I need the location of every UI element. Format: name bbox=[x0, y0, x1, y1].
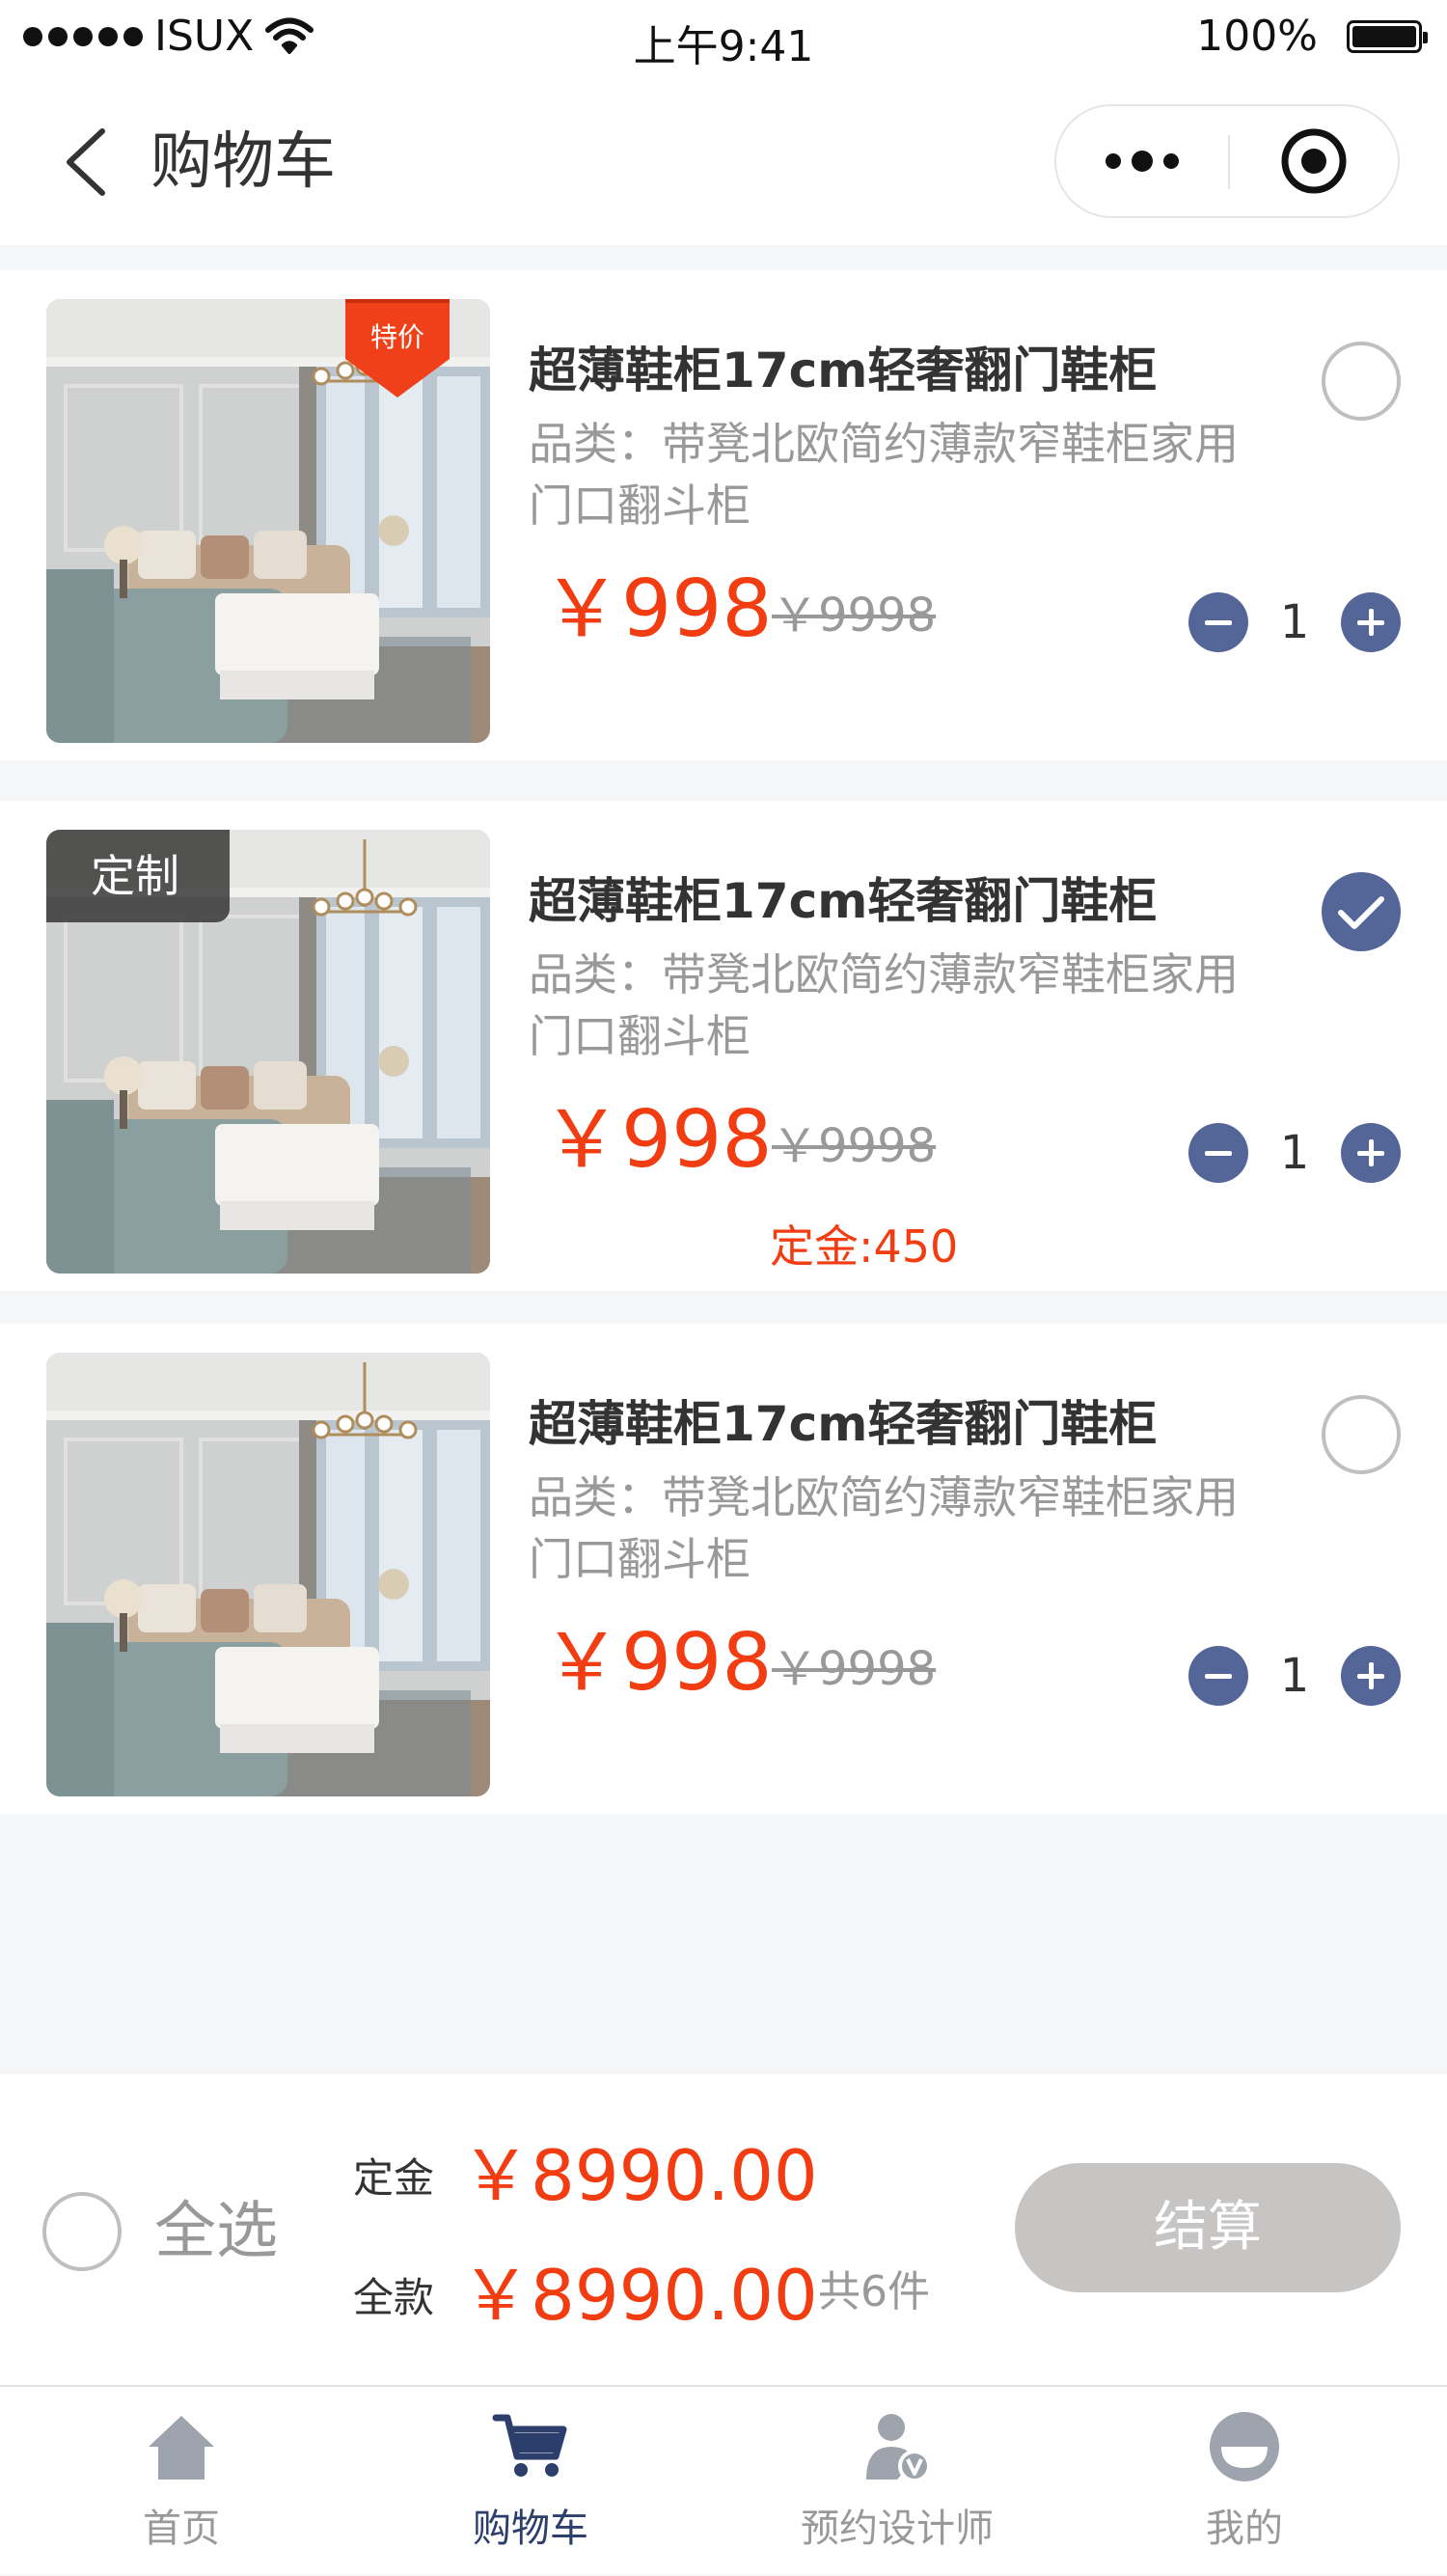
price: ￥998 bbox=[542, 563, 773, 655]
designer-icon bbox=[866, 2414, 931, 2482]
more-dots-icon bbox=[1106, 151, 1179, 172]
full-payment-total: ￥8990.00 bbox=[461, 2255, 818, 2336]
plus-button[interactable] bbox=[1341, 1123, 1401, 1183]
price: ￥998 bbox=[542, 1094, 773, 1186]
battery-icon bbox=[1347, 19, 1428, 53]
tab-cart[interactable]: 购物车 bbox=[434, 2387, 627, 2576]
original-price: ￥9998 bbox=[772, 1119, 937, 1173]
original-price: ￥9998 bbox=[772, 589, 937, 643]
deposit-total: ￥8990.00 bbox=[461, 2135, 818, 2216]
product-desc: 品类：带凳北欧简约薄款窄鞋柜家用门口翻斗柜 bbox=[529, 948, 1239, 1062]
back-arrow-icon[interactable] bbox=[58, 123, 116, 201]
plus-button[interactable] bbox=[1341, 592, 1401, 652]
select-all-label[interactable]: 全选 bbox=[154, 2188, 278, 2275]
checkout-button[interactable]: 结算 bbox=[1015, 2163, 1401, 2292]
status-bar: ISUX 上午9:41 100% bbox=[0, 0, 1447, 79]
item-checkbox[interactable] bbox=[1322, 342, 1401, 421]
quantity: 1 bbox=[1279, 1649, 1310, 1703]
product-title[interactable]: 超薄鞋柜17cm轻奢翻门鞋柜 bbox=[529, 340, 1157, 401]
tab-label: 预约设计师 bbox=[801, 2507, 994, 2551]
product-title[interactable]: 超薄鞋柜17cm轻奢翻门鞋柜 bbox=[529, 870, 1157, 932]
quantity: 1 bbox=[1279, 595, 1310, 649]
custom-tag: 定制 bbox=[46, 830, 230, 922]
home-icon bbox=[149, 2416, 214, 2480]
cart-icon bbox=[492, 2414, 567, 2477]
tab-bar: 首页 购物车 预约设计师 我的 bbox=[0, 2385, 1447, 2574]
sale-tag: 特价 bbox=[369, 321, 424, 353]
tab-profile[interactable]: 我的 bbox=[1148, 2387, 1341, 2576]
deposit-label: 定金 bbox=[353, 2154, 435, 2202]
item-checkbox-checked[interactable] bbox=[1322, 872, 1401, 951]
target-close-icon bbox=[1281, 128, 1347, 194]
battery-percent: 100% bbox=[1196, 12, 1318, 61]
minus-button[interactable] bbox=[1188, 1123, 1248, 1183]
quantity: 1 bbox=[1279, 1126, 1310, 1180]
full-payment-label: 全款 bbox=[353, 2274, 435, 2321]
more-button[interactable] bbox=[1056, 106, 1228, 216]
tab-home[interactable]: 首页 bbox=[85, 2387, 278, 2576]
product-desc: 品类：带凳北欧简约薄款窄鞋柜家用门口翻斗柜 bbox=[529, 418, 1239, 532]
product-image[interactable]: 特价 bbox=[46, 299, 490, 743]
original-price: ￥9998 bbox=[772, 1642, 937, 1696]
plus-button[interactable] bbox=[1341, 1646, 1401, 1706]
page-title: 购物车 bbox=[150, 126, 336, 198]
product-desc: 品类：带凳北欧简约薄款窄鞋柜家用门口翻斗柜 bbox=[529, 1471, 1239, 1585]
product-image[interactable] bbox=[46, 1353, 490, 1796]
profile-icon bbox=[1210, 2412, 1279, 2481]
nav-bar: 购物车 bbox=[0, 79, 1447, 245]
minus-button[interactable] bbox=[1188, 592, 1248, 652]
cart-item: 超薄鞋柜17cm轻奢翻门鞋柜 品类：带凳北欧简约薄款窄鞋柜家用门口翻斗柜 ￥99… bbox=[0, 1324, 1447, 1814]
price: ￥998 bbox=[542, 1617, 773, 1709]
select-all-checkbox[interactable] bbox=[42, 2192, 122, 2271]
tab-label: 我的 bbox=[1206, 2507, 1283, 2551]
minus-button[interactable] bbox=[1188, 1646, 1248, 1706]
product-title[interactable]: 超薄鞋柜17cm轻奢翻门鞋柜 bbox=[529, 1393, 1157, 1455]
tab-designer[interactable]: 预约设计师 bbox=[791, 2387, 1003, 2576]
deposit-amount: 定金:450 bbox=[770, 1220, 959, 1273]
status-right: 100% bbox=[1196, 12, 1428, 61]
cart-item: 特价 超薄鞋柜17cm轻奢翻门鞋柜 品类：带凳北欧简约薄款窄鞋柜家用门口翻斗柜 … bbox=[0, 270, 1447, 760]
close-button[interactable] bbox=[1230, 106, 1398, 216]
cart-item: 定制 超薄鞋柜17cm轻奢翻门鞋柜 品类：带凳北欧简约薄款窄鞋柜家用门口翻斗柜 … bbox=[0, 801, 1447, 1291]
tab-label: 首页 bbox=[143, 2507, 220, 2551]
mini-program-capsule bbox=[1054, 104, 1400, 218]
sale-ribbon: 特价 bbox=[345, 299, 450, 401]
tab-label: 购物车 bbox=[473, 2507, 588, 2551]
item-checkbox[interactable] bbox=[1322, 1395, 1401, 1474]
item-count: 共6件 bbox=[818, 2267, 930, 2316]
product-image[interactable]: 定制 bbox=[46, 830, 490, 1274]
checkmark-icon bbox=[1338, 896, 1384, 929]
checkout-bar: 全选 定金 ￥8990.00 全款 ￥8990.00 共6件 结算 bbox=[0, 2074, 1447, 2385]
